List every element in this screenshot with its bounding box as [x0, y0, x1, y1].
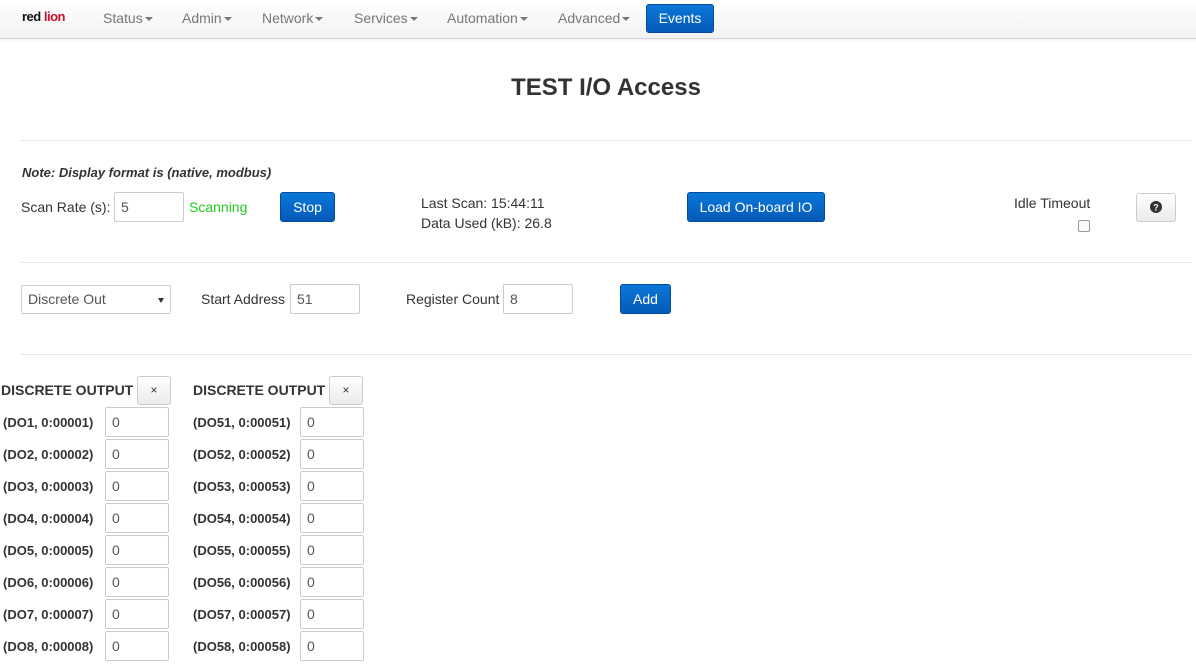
column-title: DISCRETE OUTPUT [193, 382, 326, 398]
events-button[interactable]: Events [646, 4, 714, 33]
register-value-input[interactable]: 0 [300, 439, 364, 469]
logo-text-lion: lion [43, 9, 66, 24]
register-label: (DO51, 0:00051) [193, 415, 291, 430]
register-value-input[interactable]: 0 [105, 407, 169, 437]
register-value-input[interactable]: 0 [300, 631, 364, 661]
nav-status[interactable]: Status [103, 10, 153, 26]
divider [20, 140, 1192, 141]
dropdown-arrow-icon [158, 298, 164, 303]
scan-rate-input[interactable]: 5 [114, 192, 184, 222]
register-label: (DO57, 0:00057) [193, 607, 291, 622]
register-value-input[interactable]: 0 [105, 471, 169, 501]
help-button[interactable]: ? [1136, 193, 1176, 222]
register-label: (DO53, 0:00053) [193, 479, 291, 494]
register-type-selected: Discrete Out [28, 291, 106, 307]
nav-automation-label: Automation [447, 10, 518, 26]
caret-down-icon [519, 17, 528, 22]
divider [20, 354, 1192, 355]
register-value-input[interactable]: 0 [300, 503, 364, 533]
close-column-button[interactable]: × [329, 376, 363, 405]
register-value-input[interactable]: 0 [300, 567, 364, 597]
register-count-input[interactable]: 8 [503, 284, 573, 314]
register-value-input[interactable]: 0 [105, 503, 169, 533]
top-navbar: red lion Status Admin Network Services A… [0, 0, 1196, 39]
scan-status-text: Scanning [189, 199, 248, 215]
nav-services-label: Services [354, 10, 408, 26]
nav-advanced[interactable]: Advanced [558, 10, 631, 26]
register-count-label: Register Count [406, 291, 500, 307]
caret-down-icon [622, 17, 631, 22]
register-label: (DO1, 0:00001) [3, 415, 94, 430]
nav-network[interactable]: Network [262, 10, 324, 26]
register-label: (DO52, 0:00052) [193, 447, 291, 462]
caret-down-icon [223, 17, 232, 22]
register-label: (DO8, 0:00008) [3, 639, 94, 654]
start-address-input[interactable]: 51 [290, 284, 360, 314]
register-label: (DO4, 0:00004) [3, 511, 94, 526]
register-value-input[interactable]: 0 [300, 535, 364, 565]
register-value-input[interactable]: 0 [105, 599, 169, 629]
register-value-input[interactable]: 0 [105, 567, 169, 597]
last-scan-text: Last Scan: 15:44:11 [421, 195, 545, 211]
register-value-input[interactable]: 0 [105, 631, 169, 661]
register-value-input[interactable]: 0 [105, 439, 169, 469]
logo-text-red: red [22, 9, 41, 24]
page-title: TEST I/O Access [511, 74, 701, 101]
nav-automation[interactable]: Automation [447, 10, 528, 26]
nav-network-label: Network [262, 10, 314, 26]
idle-timeout-label: Idle Timeout [1014, 195, 1091, 211]
register-label: (DO6, 0:00006) [3, 575, 94, 590]
stop-button[interactable]: Stop [280, 192, 335, 222]
load-onboard-io-button[interactable]: Load On-board IO [687, 192, 825, 222]
caret-down-icon [144, 17, 153, 22]
register-label: (DO55, 0:00055) [193, 543, 291, 558]
nav-services[interactable]: Services [354, 10, 418, 26]
idle-timeout-checkbox[interactable] [1078, 220, 1090, 232]
brand-logo[interactable]: red lion [22, 9, 65, 24]
register-label: (DO7, 0:00007) [3, 607, 94, 622]
nav-admin-label: Admin [182, 10, 222, 26]
close-column-button[interactable]: × [137, 376, 171, 405]
question-circle-icon: ? [1150, 201, 1162, 213]
caret-down-icon [315, 17, 324, 22]
add-button[interactable]: Add [620, 284, 671, 314]
data-used-text: Data Used (kB): 26.8 [421, 215, 552, 231]
register-label: (DO5, 0:00005) [3, 543, 94, 558]
register-value-input[interactable]: 0 [300, 599, 364, 629]
nav-advanced-label: Advanced [558, 10, 621, 26]
register-value-input[interactable]: 0 [300, 471, 364, 501]
caret-down-icon [409, 17, 418, 22]
svg-text:?: ? [1153, 203, 1159, 213]
register-label: (DO58, 0:00058) [193, 639, 291, 654]
nav-status-label: Status [103, 10, 143, 26]
register-value-input[interactable]: 0 [105, 535, 169, 565]
nav-admin[interactable]: Admin [182, 10, 232, 26]
scan-rate-label: Scan Rate (s): [21, 199, 111, 215]
column-title: DISCRETE OUTPUT [1, 382, 134, 398]
register-label: (DO56, 0:00056) [193, 575, 291, 590]
register-label: (DO3, 0:00003) [3, 479, 94, 494]
divider [20, 262, 1192, 263]
start-address-label: Start Address [201, 291, 286, 307]
register-label: (DO2, 0:00002) [3, 447, 94, 462]
register-value-input[interactable]: 0 [300, 407, 364, 437]
register-type-select[interactable]: Discrete Out [21, 285, 171, 314]
display-format-note: Note: Display format is (native, modbus) [22, 165, 272, 180]
register-label: (DO54, 0:00054) [193, 511, 291, 526]
